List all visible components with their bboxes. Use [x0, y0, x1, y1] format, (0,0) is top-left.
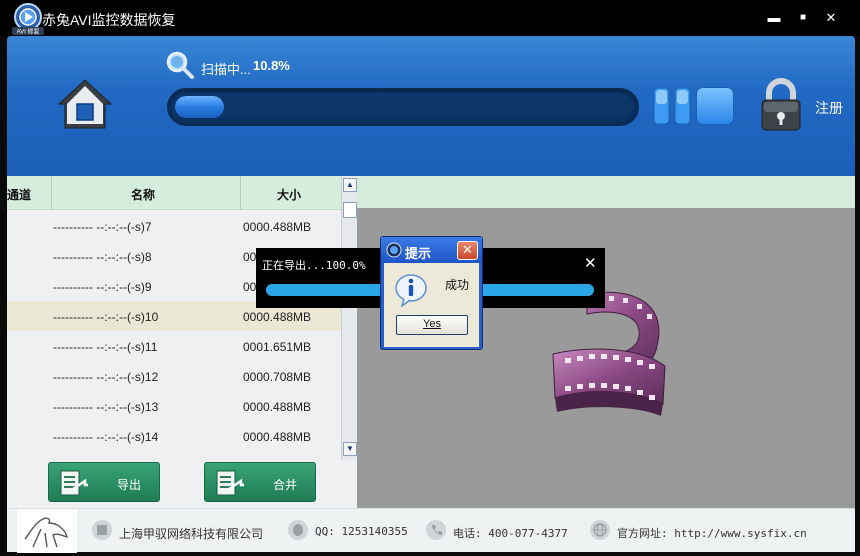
company-name: 上海甲驭网络科技有限公司	[119, 527, 264, 541]
row-name: ---------- --:--:--(-s)13	[53, 400, 159, 414]
phone-icon	[426, 520, 446, 540]
column-divider	[240, 176, 241, 210]
list-header: 通道 名称 大小	[7, 176, 341, 210]
dialog-body: 成功 Yes	[384, 263, 479, 347]
dialog-close-button[interactable]: ✕	[457, 241, 478, 260]
table-row[interactable]: ---------- --:--:--(-s)14 0000.488MB	[7, 421, 341, 451]
app-logo-icon	[386, 242, 402, 258]
file-list: ---------- --:--:--(-s)7 0000.488MB ------…	[7, 211, 341, 451]
pause-icon[interactable]	[653, 88, 691, 124]
column-header-size[interactable]: 大小	[277, 186, 301, 203]
table-row[interactable]: ---------- --:--:--(-s)12 0000.708MB	[7, 361, 341, 391]
export-icon	[60, 470, 88, 496]
close-button[interactable]: ✕	[820, 8, 842, 28]
qq-icon	[288, 520, 308, 540]
merge-icon	[216, 470, 244, 496]
table-row[interactable]: ---------- --:--:--(-s)13 0000.488MB	[7, 391, 341, 421]
row-name: ---------- --:--:--(-s)8	[53, 250, 152, 264]
header-toolbar: 扫描中... 10.8% 注册	[7, 36, 855, 176]
export-progress-text: 正在导出...100.0%	[262, 259, 366, 272]
scan-status-label: 扫描中...	[201, 62, 251, 77]
export-label: 导出	[117, 478, 142, 492]
website-link[interactable]: 官方网址: http://www.sysfix.cn	[617, 525, 807, 541]
logo-text: AVI 修复	[17, 28, 40, 36]
row-name: ---------- --:--:--(-s)10	[53, 310, 159, 324]
row-name: ---------- --:--:--(-s)9	[53, 280, 152, 294]
scan-progress-bar	[167, 88, 639, 126]
scan-progress-track	[175, 96, 631, 118]
preview-header	[357, 176, 855, 208]
merge-label: 合并	[273, 478, 298, 492]
window-title: 赤兔AVI监控数据恢复	[42, 12, 176, 28]
app-window: AVI 修复 赤兔AVI监控数据恢复 ▬ ■ ✕ 扫描中... 10.8% 注册…	[0, 0, 860, 556]
column-header-name[interactable]: 名称	[131, 186, 155, 203]
home-icon[interactable]	[57, 76, 113, 132]
yes-button[interactable]: Yes	[396, 315, 468, 335]
merge-button[interactable]: 合并	[204, 462, 316, 502]
lock-icon[interactable]	[759, 78, 803, 132]
row-name: ---------- --:--:--(-s)7	[53, 220, 152, 234]
info-icon	[395, 274, 427, 307]
export-button[interactable]: 导出	[48, 462, 160, 502]
row-size: 0001.651MB	[243, 340, 312, 354]
scroll-up-button[interactable]: ▲	[343, 178, 357, 192]
company-icon	[92, 520, 112, 540]
register-link[interactable]: 注册	[815, 98, 843, 118]
stop-icon[interactable]	[697, 88, 733, 124]
scroll-thumb[interactable]	[343, 202, 357, 218]
globe-icon	[590, 520, 610, 540]
dialog-title-bar: 提示 ✕	[381, 237, 482, 263]
horse-logo-icon	[17, 509, 77, 553]
row-size: 0000.488MB	[243, 430, 312, 444]
row-size: 0000.488MB	[243, 310, 312, 324]
row-name: ---------- --:--:--(-s)11	[53, 340, 158, 354]
phone-number: 电话: 400-077-4377	[453, 527, 568, 540]
column-header-channel[interactable]: 通道	[7, 186, 31, 203]
title-bar: AVI 修复 赤兔AVI监控数据恢复 ▬ ■ ✕	[0, 0, 860, 36]
minimize-button[interactable]: ▬	[763, 8, 785, 28]
row-size: 0000.488MB	[243, 400, 312, 414]
message-dialog: 提示 ✕ 成功 Yes	[380, 236, 483, 350]
table-row[interactable]: ---------- --:--:--(-s)7 0000.488MB	[7, 211, 341, 241]
magnifier-icon	[166, 51, 194, 79]
export-close-button[interactable]: ✕	[584, 254, 597, 272]
column-divider	[51, 176, 52, 210]
qq-number: QQ: 1253140355	[315, 525, 408, 538]
scroll-down-button[interactable]: ▼	[343, 442, 357, 456]
row-size: 0000.488MB	[243, 220, 312, 234]
row-name: ---------- --:--:--(-s)14	[53, 430, 159, 444]
dialog-title: 提示	[405, 246, 432, 261]
file-list-panel: 通道 名称 大小 ---------- --:--:--(-s)7 0000.48…	[7, 176, 357, 508]
row-size: 0000.708MB	[243, 370, 312, 384]
maximize-button[interactable]: ■	[792, 8, 814, 28]
footer-bar: 上海甲驭网络科技有限公司 QQ: 1253140355 电话: 400-077-…	[7, 508, 855, 553]
dialog-message: 成功	[445, 278, 470, 292]
scan-percent: 10.8%	[253, 58, 290, 73]
table-row[interactable]: ---------- --:--:--(-s)11 0001.651MB	[7, 331, 341, 361]
scan-progress-fill	[175, 96, 225, 118]
list-scrollbar[interactable]: ▲ ▼	[341, 176, 357, 460]
row-name: ---------- --:--:--(-s)12	[53, 370, 159, 384]
app-logo-icon: AVI 修复	[12, 3, 44, 36]
